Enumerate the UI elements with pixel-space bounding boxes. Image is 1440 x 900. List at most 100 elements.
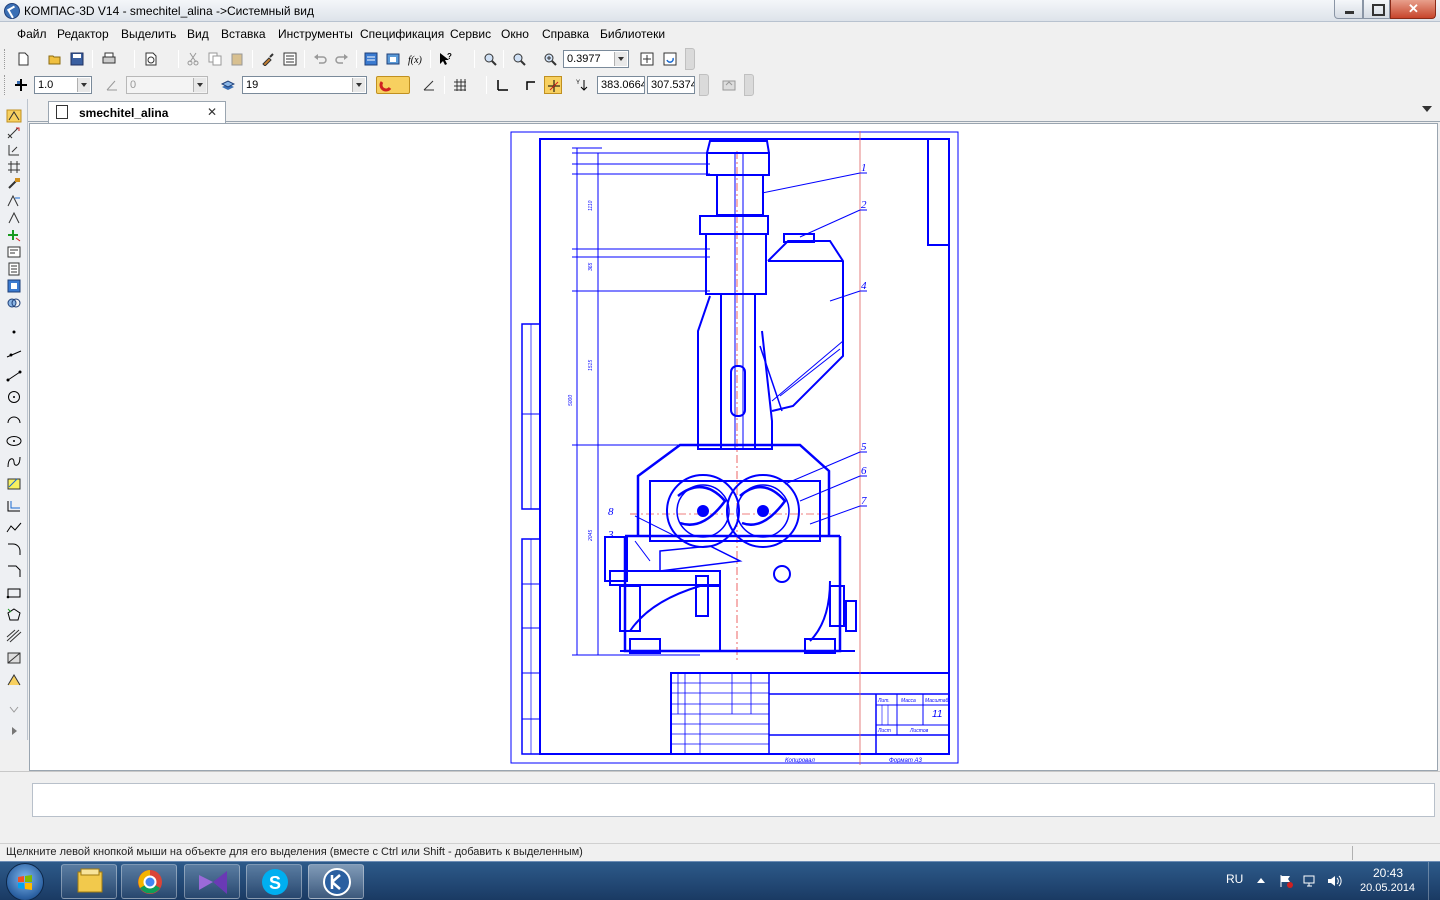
zoom-window-button[interactable]	[481, 50, 499, 68]
taskbar-kompas[interactable]	[308, 864, 364, 899]
toolbar-options[interactable]	[699, 74, 709, 96]
menu-libraries[interactable]: Библиотеки	[600, 27, 665, 41]
manager-button[interactable]	[362, 50, 380, 68]
polygon-tool-icon[interactable]	[6, 608, 22, 622]
print-button[interactable]	[100, 50, 118, 68]
zoom-dropdown-arrow[interactable]	[614, 52, 627, 66]
measure-tool-icon[interactable]	[6, 194, 22, 208]
layer-field[interactable]: 19	[242, 76, 367, 94]
parametrization-tool-icon[interactable]	[6, 177, 22, 191]
snap-magnet-button[interactable]	[376, 76, 410, 94]
show-desktop-button[interactable]	[1428, 862, 1440, 900]
new-document-button[interactable]	[14, 50, 32, 68]
menu-file[interactable]: Файл	[17, 27, 47, 41]
menu-insert[interactable]: Вставка	[221, 27, 266, 41]
fillet-tool-icon[interactable]	[6, 542, 22, 556]
line-tool-icon[interactable]	[6, 347, 22, 361]
tabs-menu-arrow[interactable]	[1422, 106, 1432, 112]
circle-tool-icon[interactable]	[6, 390, 22, 404]
notation-tool-icon[interactable]	[6, 143, 22, 157]
menu-select[interactable]: Выделить	[121, 27, 176, 41]
tree-button[interactable]	[384, 50, 402, 68]
properties-brush-button[interactable]	[259, 50, 277, 68]
action-center-flag-icon[interactable]	[1278, 874, 1294, 888]
grid-button[interactable]	[451, 76, 469, 94]
layer-icon[interactable]	[219, 76, 237, 94]
coord-x-field[interactable]: 383.0664	[597, 76, 645, 94]
local-cs-button[interactable]	[493, 76, 511, 94]
toolbar-options[interactable]	[685, 48, 695, 70]
menu-tools[interactable]: Инструменты	[278, 27, 353, 41]
insert-tool-icon[interactable]	[6, 262, 22, 276]
clock-date[interactable]: 20.05.2014	[1360, 882, 1415, 894]
pan-button[interactable]	[638, 50, 656, 68]
preview-button[interactable]	[142, 50, 160, 68]
paste-button[interactable]	[228, 50, 246, 68]
reports-tool-icon[interactable]	[6, 245, 22, 259]
start-button[interactable]	[6, 863, 44, 900]
round-coords-button[interactable]	[544, 76, 562, 94]
menu-service[interactable]: Сервис	[450, 27, 491, 41]
show-hidden-icons[interactable]	[1257, 878, 1265, 883]
menu-view[interactable]: Вид	[187, 27, 209, 41]
rectangle-tool-icon[interactable]	[6, 586, 22, 600]
layer-dropdown-arrow[interactable]	[352, 78, 365, 92]
save-button[interactable]	[68, 50, 86, 68]
redo-button[interactable]	[333, 50, 351, 68]
menu-specification[interactable]: Спецификация	[360, 27, 444, 41]
volume-icon[interactable]	[1326, 874, 1342, 888]
ortho-button[interactable]	[420, 76, 438, 94]
contour-tool-icon[interactable]	[6, 673, 22, 687]
network-icon[interactable]	[1302, 874, 1318, 888]
ellipse-tool-icon[interactable]	[6, 434, 22, 448]
spec-tool-icon[interactable]	[6, 228, 22, 242]
refresh-button[interactable]	[661, 50, 679, 68]
cursor-step-icon[interactable]	[12, 76, 30, 94]
hatch-lines-tool-icon[interactable]	[6, 629, 22, 643]
open-button[interactable]	[46, 50, 64, 68]
toolbar-grip[interactable]	[4, 75, 7, 95]
menu-edit[interactable]: Редактор	[57, 27, 109, 41]
kompas-logo-icon[interactable]	[4, 3, 20, 19]
geometry-tool-icon[interactable]	[6, 109, 22, 123]
ortho-mode-button[interactable]	[522, 76, 540, 94]
hatch-tool-icon[interactable]	[6, 477, 22, 491]
language-indicator[interactable]: RU	[1226, 872, 1243, 886]
edit-tool-icon[interactable]	[6, 160, 22, 174]
polyline-tool-icon[interactable]	[6, 521, 22, 535]
menu-window[interactable]: Окно	[501, 27, 529, 41]
toolbar-options-2[interactable]	[744, 74, 754, 96]
zoom-field[interactable]: 0.3977	[563, 50, 629, 68]
coord-y-field[interactable]: 307.5374	[647, 76, 695, 94]
arc-tool-icon[interactable]	[6, 412, 22, 426]
help-pointer-button[interactable]: ?	[436, 50, 454, 68]
taskbar-chrome[interactable]	[121, 864, 177, 899]
command-input-area[interactable]	[32, 783, 1435, 817]
maximize-button[interactable]	[1363, 0, 1390, 19]
spline-tool-icon[interactable]	[6, 455, 22, 469]
variables-button[interactable]	[281, 50, 299, 68]
drawing-sheet[interactable]: 11 Лит. Масса Масштаб Лист Листов Копиро…	[510, 131, 960, 765]
taskbar-visual-studio[interactable]	[184, 864, 240, 899]
clock-time[interactable]: 20:43	[1373, 866, 1403, 880]
scroll-down-icon[interactable]	[6, 703, 22, 717]
chamfer-tool-icon[interactable]	[6, 564, 22, 578]
close-tab-icon[interactable]: ✕	[207, 105, 217, 119]
select-tool-icon[interactable]	[6, 211, 22, 225]
close-button[interactable]	[1390, 0, 1436, 19]
expand-panel-icon[interactable]	[6, 724, 22, 738]
minimize-button[interactable]	[1334, 0, 1363, 19]
undo-button[interactable]	[311, 50, 329, 68]
segment-tool-icon[interactable]	[6, 369, 22, 383]
taskbar-skype[interactable]: S	[246, 864, 302, 899]
step-dropdown-arrow[interactable]	[77, 78, 90, 92]
function-button[interactable]: f(x)	[406, 50, 424, 68]
zoom-out-button[interactable]	[510, 50, 528, 68]
menu-help[interactable]: Справка	[542, 27, 589, 41]
offset-tool-icon[interactable]	[6, 499, 22, 513]
zoom-in-button[interactable]	[541, 50, 559, 68]
parameters-button[interactable]	[720, 76, 738, 94]
library-tool-icon[interactable]	[6, 296, 22, 310]
copy-button[interactable]	[206, 50, 224, 68]
drawing-canvas[interactable]: 11 Лит. Масса Масштаб Лист Листов Копиро…	[29, 123, 1438, 771]
